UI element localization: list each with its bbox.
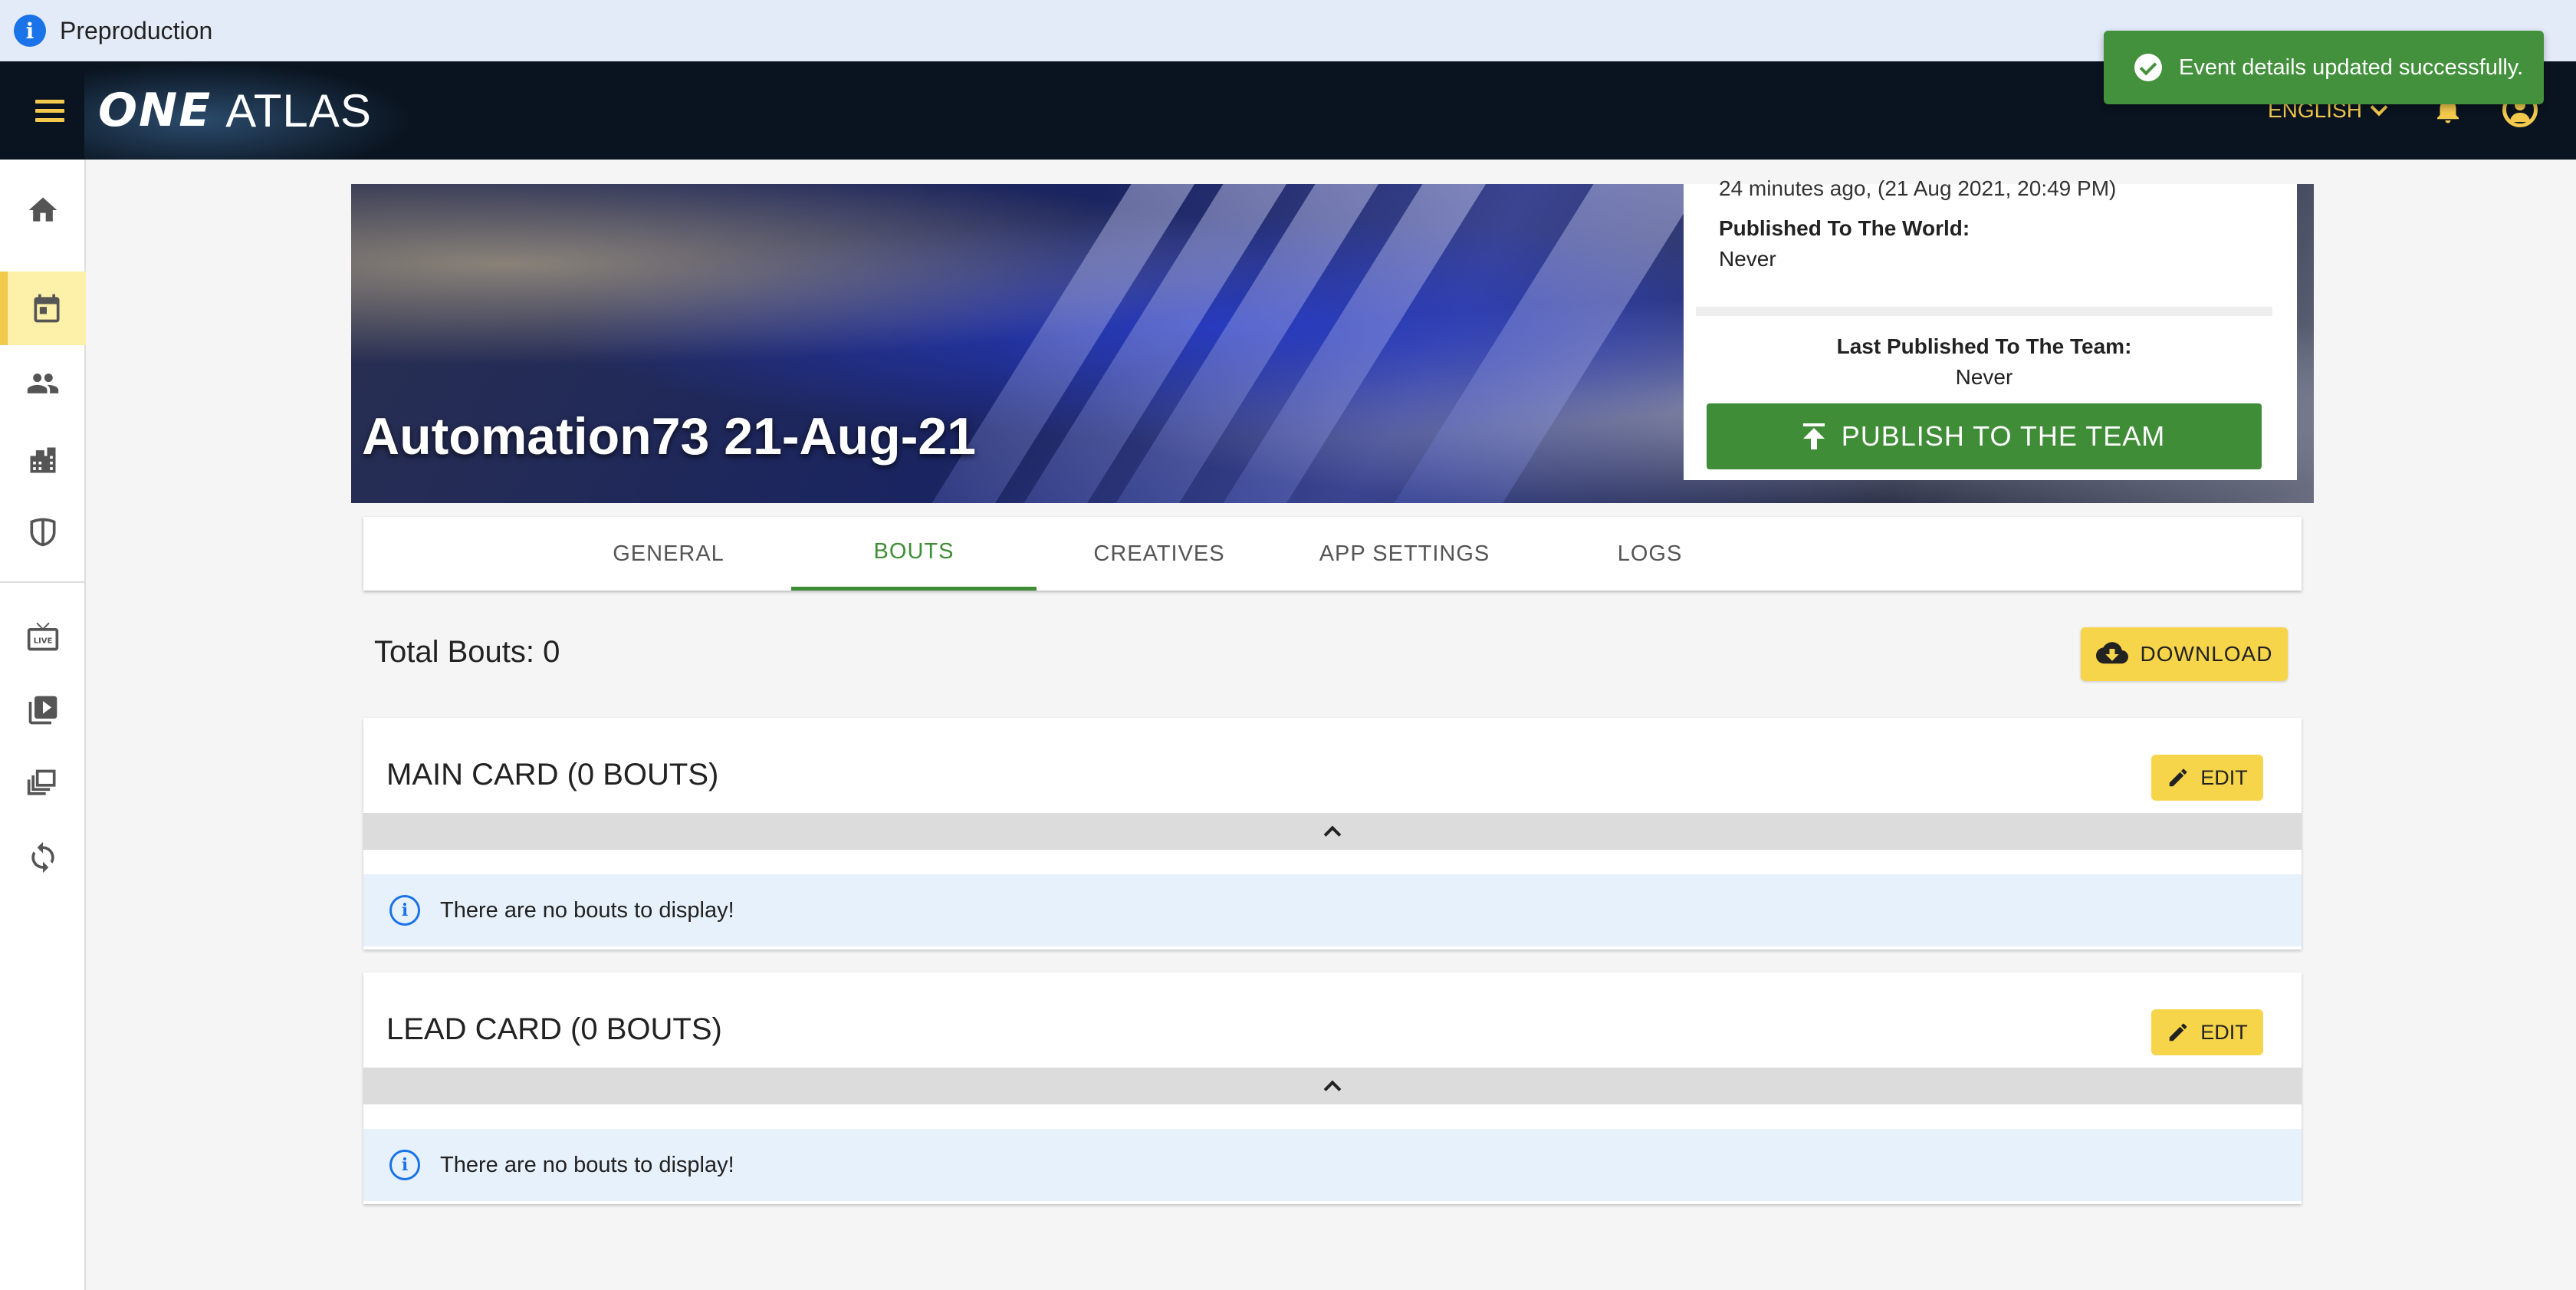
- nav-venues[interactable]: [0, 423, 86, 497]
- empty-state-alert: i There are no bouts to display!: [363, 874, 2302, 946]
- published-world-value: Never: [1719, 247, 1776, 271]
- published-team-label: Last Published To The Team:: [1836, 334, 2132, 358]
- pencil-icon: [2169, 1023, 2187, 1042]
- nav-library[interactable]: [0, 747, 86, 821]
- event-title: Automation73 21-Aug-21: [362, 407, 976, 466]
- sync-icon: [31, 841, 54, 874]
- chevron-up-icon: [1323, 825, 1342, 844]
- tab-app-settings[interactable]: APP SETTINGS: [1282, 517, 1527, 591]
- success-snackbar: Event details updated successfully.: [2104, 31, 2544, 104]
- chevron-up-icon: [1323, 1080, 1342, 1098]
- info-icon: i: [389, 1150, 420, 1180]
- publish-panel: 24 minutes ago, (21 Aug 2021, 20:49 PM) …: [1684, 176, 2297, 480]
- nav-sync[interactable]: [0, 821, 86, 894]
- empty-state-text: There are no bouts to display!: [440, 897, 734, 923]
- logo-one-text: ONE: [98, 84, 212, 137]
- home-icon: [28, 197, 58, 222]
- calendar-icon: [34, 294, 60, 323]
- published-team-value: Never: [1955, 365, 2013, 389]
- nav-videos[interactable]: [0, 673, 86, 747]
- last-updated-text: 24 minutes ago, (21 Aug 2021, 20:49 PM): [1719, 176, 2117, 200]
- live-tv-icon: LIVE: [27, 622, 59, 651]
- card-title: MAIN CARD (0 BOUTS): [386, 758, 719, 791]
- nav-teams[interactable]: [0, 495, 86, 569]
- nav-events[interactable]: [0, 271, 86, 345]
- shield-icon: [30, 518, 56, 547]
- tab-general[interactable]: GENERAL: [546, 517, 791, 591]
- svg-text:LIVE: LIVE: [34, 637, 53, 645]
- download-label: DOWNLOAD: [2140, 642, 2273, 666]
- event-tabs: GENERAL BOUTS CREATIVES APP SETTINGS LOG…: [363, 517, 2302, 591]
- edit-label: EDIT: [2200, 1020, 2248, 1044]
- cloud-download-icon: [2095, 642, 2128, 664]
- info-icon: i: [389, 895, 420, 926]
- organization-icon: [30, 447, 56, 473]
- download-button[interactable]: DOWNLOAD: [2081, 627, 2288, 681]
- total-bouts: Total Bouts: 0: [374, 635, 560, 669]
- edit-lead-card-button[interactable]: EDIT: [2151, 1009, 2263, 1055]
- published-world-label: Published To The World:: [1719, 216, 1970, 240]
- app-logo[interactable]: ONE ATLAS: [98, 81, 372, 140]
- nav-athletes[interactable]: [0, 347, 86, 420]
- publish-team-card: Last Published To The Team: Never PUBLIS…: [1696, 307, 2272, 476]
- logo-atlas-text: ATLAS: [225, 84, 372, 137]
- card-title: LEAD CARD (0 BOUTS): [386, 1012, 722, 1046]
- edit-main-card-button[interactable]: EDIT: [2151, 755, 2263, 801]
- nav-live[interactable]: LIVE: [0, 600, 86, 673]
- tab-logs[interactable]: LOGS: [1527, 517, 1773, 591]
- library-icon: [27, 769, 56, 795]
- empty-state-text: There are no bouts to display!: [440, 1152, 734, 1177]
- side-navigation: LIVE: [0, 160, 86, 1290]
- empty-state-alert: i There are no bouts to display!: [363, 1129, 2302, 1201]
- nav-divider: [0, 581, 86, 583]
- collapse-toggle[interactable]: [363, 813, 2302, 850]
- info-icon: i: [14, 15, 46, 47]
- snackbar-message: Event details updated successfully.: [2179, 54, 2524, 80]
- main-card-section: MAIN CARD (0 BOUTS) EDIT i There are no …: [363, 718, 2302, 949]
- video-library-icon: [28, 696, 58, 725]
- nav-home[interactable]: [0, 173, 86, 247]
- edit-label: EDIT: [2200, 765, 2248, 789]
- environment-label: Preproduction: [60, 16, 213, 44]
- publish-to-team-button[interactable]: PUBLISH TO THE TEAM: [1707, 403, 2262, 469]
- publish-icon: [1802, 423, 1825, 449]
- lead-card-section: LEAD CARD (0 BOUTS) EDIT i There are no …: [363, 972, 2302, 1204]
- tab-creatives[interactable]: CREATIVES: [1037, 517, 1282, 591]
- tab-bouts[interactable]: BOUTS: [791, 517, 1037, 591]
- publish-world-card: 24 minutes ago, (21 Aug 2021, 20:49 PM) …: [1696, 176, 2272, 296]
- menu-icon[interactable]: [35, 92, 72, 129]
- people-icon: [27, 374, 59, 393]
- collapse-toggle[interactable]: [363, 1068, 2302, 1104]
- publish-button-label: PUBLISH TO THE TEAM: [1841, 420, 2166, 452]
- check-circle-icon: [2134, 54, 2162, 81]
- pencil-icon: [2169, 768, 2187, 787]
